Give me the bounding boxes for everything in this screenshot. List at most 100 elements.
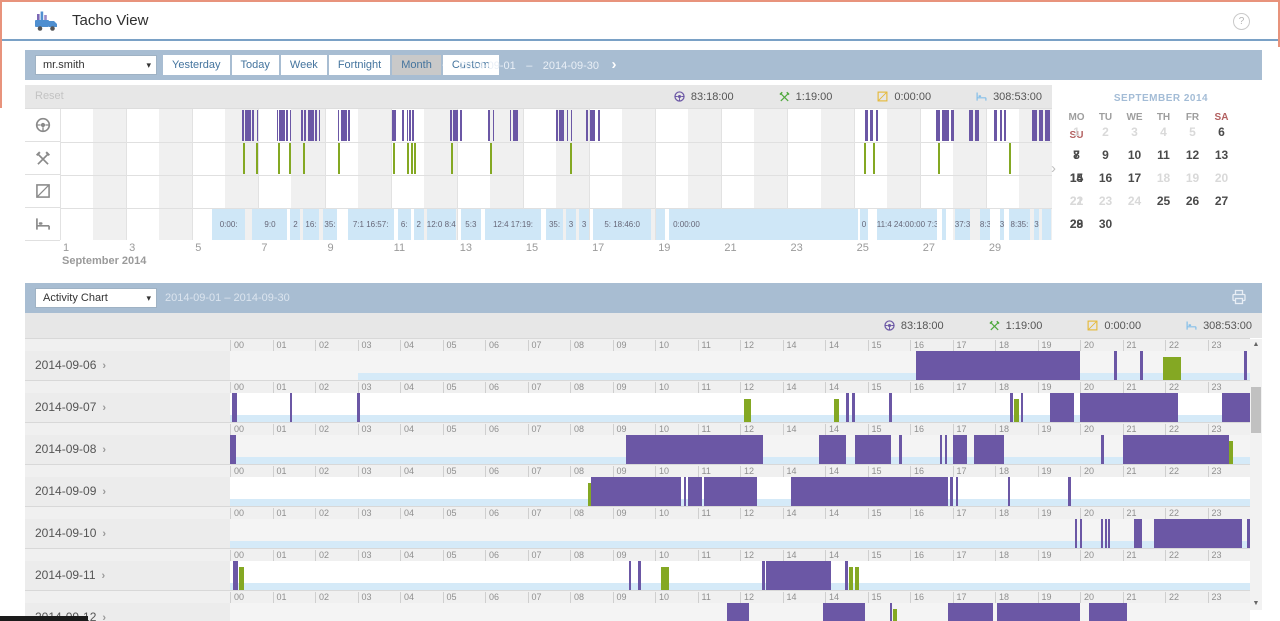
total-driving: 83:18:00 <box>673 90 734 103</box>
scroll-down-icon[interactable]: ▼ <box>1250 598 1262 610</box>
hour-tick <box>910 340 911 351</box>
daily-row-timeline[interactable] <box>230 603 1250 621</box>
expand-row-icon[interactable]: › <box>102 402 106 414</box>
help-icon[interactable]: ? <box>1233 13 1250 30</box>
daily-row-timeline[interactable] <box>230 435 1250 464</box>
hour-label: 09 <box>617 550 627 560</box>
calendar-day-9[interactable]: 9 <box>1091 144 1120 167</box>
rest-period: 12:4 17:19: <box>485 209 541 240</box>
hour-label: 05 <box>447 550 457 560</box>
calendar-day-5[interactable]: 5 <box>1178 121 1207 144</box>
calendar-day-27[interactable]: 27 <box>1207 190 1236 213</box>
calendar-day-3[interactable]: 3 <box>1120 121 1149 144</box>
scrollbar-thumb[interactable] <box>1251 387 1261 433</box>
expand-row-icon[interactable]: › <box>102 528 106 540</box>
calendar-day-29[interactable]: 29 <box>1062 213 1091 236</box>
driving-segment <box>890 603 893 621</box>
prev-period-icon[interactable]: ‹ <box>437 56 452 73</box>
calendar-day-17[interactable]: 17 <box>1120 167 1149 190</box>
chart-type-select[interactable]: Activity Chart ▾ <box>35 288 157 308</box>
driver-select[interactable]: mr.smith ▾ <box>35 55 157 75</box>
daily-row-date[interactable]: 2014-09-11› <box>25 561 230 590</box>
calendar-day-4[interactable]: 4 <box>1149 121 1178 144</box>
hour-tick <box>1208 466 1209 477</box>
daily-row-date[interactable]: 2014-09-08› <box>25 435 230 464</box>
hour-tick <box>910 592 911 603</box>
hour-tick <box>783 340 784 351</box>
expand-row-icon[interactable]: › <box>102 444 106 456</box>
range-button-fortnight[interactable]: Fortnight <box>329 55 390 75</box>
hour-label: 15 <box>872 424 882 434</box>
calendar-day-13[interactable]: 13 <box>1207 144 1236 167</box>
daily-row-timeline[interactable] <box>230 351 1250 380</box>
daily-row-timeline[interactable] <box>230 561 1250 590</box>
hour-label: 17 <box>957 424 967 434</box>
calendar-day-18[interactable]: 18 <box>1149 167 1178 190</box>
calendar-day-30[interactable]: 30 <box>1091 213 1120 236</box>
driving-bar <box>1039 110 1043 141</box>
hour-label: 07 <box>532 424 542 434</box>
expand-row-icon[interactable]: › <box>102 570 106 582</box>
range-button-yesterday[interactable]: Yesterday <box>163 55 230 75</box>
reset-button[interactable]: Reset <box>35 85 64 108</box>
daily-row-date[interactable]: 2014-09-10› <box>25 519 230 548</box>
driving-bar <box>308 110 314 141</box>
hour-tick <box>1165 340 1166 351</box>
hour-tick <box>570 340 571 351</box>
calendar-day-1[interactable]: 1 <box>1062 121 1091 144</box>
daily-row-date[interactable]: 2014-09-09› <box>25 477 230 506</box>
print-icon[interactable] <box>1230 288 1248 311</box>
hour-tick <box>315 424 316 435</box>
daily-row-date[interactable]: 2014-09-06› <box>25 351 230 380</box>
calendar-collapse-icon[interactable]: › <box>1051 160 1056 177</box>
activity-date-range: 2014-09-01 – 2014-09-30 <box>165 288 290 308</box>
hour-label: 14 <box>829 382 839 392</box>
driving-bar <box>1000 110 1003 141</box>
vertical-scrollbar[interactable]: ▲ ▼ <box>1250 339 1262 610</box>
daily-row-date[interactable]: 2014-09-07› <box>25 393 230 422</box>
scroll-up-icon[interactable]: ▲ <box>1250 339 1262 351</box>
hour-tick <box>1208 508 1209 519</box>
hour-label: 20 <box>1084 466 1094 476</box>
driving-segment <box>819 435 847 464</box>
driving-segment <box>727 603 748 621</box>
hour-tick <box>698 382 699 393</box>
driving-bar <box>407 110 409 141</box>
hour-label: 01 <box>277 382 287 392</box>
next-period-icon[interactable]: › <box>607 56 622 73</box>
calendar-day-16[interactable]: 16 <box>1091 167 1120 190</box>
driving-bar <box>598 110 600 141</box>
daily-row-2014-09-09: 0001020304050607080910111214141516171819… <box>25 464 1250 506</box>
range-button-today[interactable]: Today <box>232 55 279 75</box>
daily-row-timeline[interactable] <box>230 393 1250 422</box>
calendar-day-10[interactable]: 10 <box>1120 144 1149 167</box>
range-button-week[interactable]: Week <box>281 55 327 75</box>
daily-row-timeline[interactable] <box>230 477 1250 506</box>
calendar-day-12[interactable]: 12 <box>1178 144 1207 167</box>
calendar-day-20[interactable]: 20 <box>1207 167 1236 190</box>
expand-row-icon[interactable]: › <box>102 486 106 498</box>
calendar-day-26[interactable]: 26 <box>1178 190 1207 213</box>
hour-tick <box>315 466 316 477</box>
hour-tick <box>655 424 656 435</box>
hour-tick <box>825 550 826 561</box>
caret-down-icon: ▾ <box>146 289 151 307</box>
hour-tick <box>995 592 996 603</box>
calendar-day-24[interactable]: 24 <box>1120 190 1149 213</box>
month-grid[interactable]: 0:00:9:0216:35:7:1 16:57:6:212:0 8:45:31… <box>60 108 1052 240</box>
expand-row-icon[interactable]: › <box>102 360 106 372</box>
calendar-day-23[interactable]: 23 <box>1091 190 1120 213</box>
calendar-day-15[interactable]: 15 <box>1062 167 1091 190</box>
hour-tick <box>783 592 784 603</box>
calendar-day-22[interactable]: 22 <box>1062 190 1091 213</box>
daily-row-timeline[interactable] <box>230 519 1250 548</box>
calendar-day-2[interactable]: 2 <box>1091 121 1120 144</box>
hour-label: 09 <box>617 592 627 602</box>
calendar-day-25[interactable]: 25 <box>1149 190 1178 213</box>
range-button-month[interactable]: Month <box>392 55 441 75</box>
calendar-day-11[interactable]: 11 <box>1149 144 1178 167</box>
expand-row-icon[interactable]: › <box>102 612 106 621</box>
calendar-day-19[interactable]: 19 <box>1178 167 1207 190</box>
calendar-day-6[interactable]: 6 <box>1207 121 1236 144</box>
calendar-day-8[interactable]: 8 <box>1062 144 1091 167</box>
